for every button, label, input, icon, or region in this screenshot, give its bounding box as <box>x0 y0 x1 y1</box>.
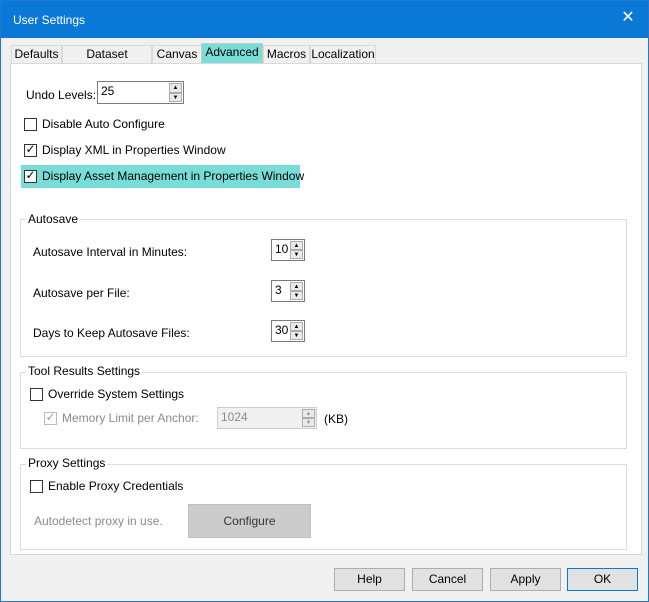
enable-proxy-credentials-label: Enable Proxy Credentials <box>48 479 184 493</box>
spin-down-icon[interactable]: ▼ <box>169 92 182 102</box>
disable-auto-configure-label: Disable Auto Configure <box>42 117 165 131</box>
user-settings-dialog: User Settings ✕ Defaults Dataset Default… <box>0 0 649 602</box>
memory-limit-input: 1024 ▲ ▼ <box>217 407 317 429</box>
override-system-settings-checkbox[interactable]: Override System Settings <box>30 387 230 403</box>
ok-button[interactable]: OK <box>567 568 638 591</box>
apply-button[interactable]: Apply <box>490 568 561 591</box>
checkbox-checked-icon[interactable]: ✓ <box>24 168 37 183</box>
display-xml-label: Display XML in Properties Window <box>42 143 226 157</box>
tab-canvas[interactable]: Canvas <box>152 45 202 64</box>
checkbox-unchecked-icon[interactable] <box>30 480 43 493</box>
undo-levels-label: Undo Levels: <box>26 88 97 102</box>
tab-advanced[interactable]: Advanced <box>201 43 263 63</box>
autosave-interval-value[interactable]: 10 <box>275 242 288 256</box>
undo-levels-value[interactable]: 25 <box>101 84 114 98</box>
memory-limit-unit: (KB) <box>324 412 348 426</box>
memory-limit-label: Memory Limit per Anchor: <box>62 411 199 425</box>
autosave-interval-stepper[interactable]: 10 ▲ ▼ <box>271 239 305 261</box>
tab-macros[interactable]: Macros <box>263 45 310 64</box>
autosave-interval-label: Autosave Interval in Minutes: <box>33 245 188 259</box>
close-icon[interactable]: ✕ <box>620 10 636 26</box>
spin-down-icon[interactable]: ▼ <box>290 250 303 259</box>
autosave-days-value[interactable]: 30 <box>275 323 288 337</box>
spin-down-icon[interactable]: ▼ <box>290 331 303 340</box>
tool-results-group-title: Tool Results Settings <box>26 364 143 378</box>
autodetect-proxy-text: Autodetect proxy in use. <box>34 514 163 528</box>
tab-localization[interactable]: Localization <box>310 45 376 64</box>
autosave-group-title: Autosave <box>26 212 81 226</box>
display-xml-checkbox[interactable]: ✓ Display XML in Properties Window <box>24 142 284 159</box>
autosave-days-stepper[interactable]: 30 ▲ ▼ <box>271 320 305 342</box>
override-system-settings-label: Override System Settings <box>48 387 185 401</box>
tab-defaults[interactable]: Defaults <box>11 45 62 64</box>
proxy-settings-group <box>20 464 627 550</box>
display-asset-management-checkbox[interactable]: ✓ Display Asset Management in Properties… <box>24 168 304 185</box>
display-asset-management-label: Display Asset Management in Properties W… <box>42 169 305 183</box>
autosave-days-label: Days to Keep Autosave Files: <box>33 326 190 340</box>
spin-up-icon[interactable]: ▲ <box>169 83 182 93</box>
help-button[interactable]: Help <box>334 568 405 591</box>
spin-up-icon[interactable]: ▲ <box>290 282 303 291</box>
autosave-per-file-label: Autosave per File: <box>33 286 130 300</box>
configure-button: Configure <box>188 504 311 538</box>
title-bar[interactable]: User Settings ✕ <box>1 1 648 38</box>
checkbox-checked-disabled-icon: ✓ <box>44 410 57 425</box>
proxy-settings-group-title: Proxy Settings <box>26 456 108 470</box>
disable-auto-configure-checkbox[interactable]: Disable Auto Configure <box>24 117 224 133</box>
cancel-button[interactable]: Cancel <box>412 568 483 591</box>
advanced-panel: Undo Levels: 25 ▲ ▼ Disable Auto Configu… <box>10 63 642 555</box>
undo-levels-stepper[interactable]: 25 ▲ ▼ <box>97 81 184 104</box>
spin-down-icon[interactable]: ▼ <box>290 291 303 300</box>
checkbox-checked-icon[interactable]: ✓ <box>24 142 37 157</box>
spin-down-icon: ▼ <box>302 418 315 427</box>
window-title: User Settings <box>13 13 86 27</box>
checkbox-unchecked-icon[interactable] <box>30 388 43 401</box>
tab-dataset-defaults[interactable]: Dataset Defaults <box>62 45 152 78</box>
autosave-per-file-stepper[interactable]: 3 ▲ ▼ <box>271 280 305 302</box>
enable-proxy-credentials-checkbox[interactable]: Enable Proxy Credentials <box>30 479 230 495</box>
memory-limit-value: 1024 <box>221 410 248 424</box>
spin-up-icon[interactable]: ▲ <box>290 241 303 250</box>
spin-up-icon[interactable]: ▲ <box>290 322 303 331</box>
checkbox-unchecked-icon[interactable] <box>24 118 37 131</box>
memory-limit-checkbox: ✓ Memory Limit per Anchor: <box>44 410 224 427</box>
spin-up-icon: ▲ <box>302 409 315 418</box>
autosave-per-file-value[interactable]: 3 <box>275 283 282 297</box>
